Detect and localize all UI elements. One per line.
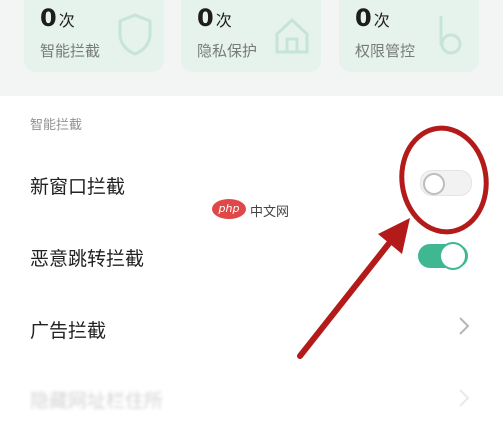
- new-window-block-toggle[interactable]: [420, 170, 472, 196]
- watermark-text: 中文网: [250, 205, 290, 220]
- stat-value: 0次: [355, 4, 390, 32]
- stat-number: 0: [355, 4, 372, 32]
- stat-unit: 次: [215, 11, 232, 30]
- stat-card-privacy[interactable]: 0次 隐私保护: [181, 0, 321, 72]
- shield-icon: [118, 13, 152, 56]
- watermark-logo: php: [212, 199, 246, 219]
- stat-value: 0次: [197, 4, 232, 32]
- setting-label-blurred[interactable]: 隐藏网址栏住所: [30, 386, 163, 413]
- chevron-right-icon[interactable]: [458, 316, 470, 336]
- key-icon: [439, 16, 462, 55]
- watermark: php 中文网: [212, 199, 292, 220]
- setting-label-ad-block[interactable]: 广告拦截: [30, 316, 106, 343]
- stat-label: 权限管控: [355, 42, 416, 60]
- section-title: 智能拦截: [30, 118, 83, 133]
- stat-label: 智能拦截: [40, 42, 101, 60]
- stat-number: 0: [197, 4, 214, 32]
- house-icon: [275, 17, 309, 54]
- stat-number: 0: [40, 4, 57, 32]
- setting-label-new-window: 新窗口拦截: [30, 176, 126, 198]
- stat-label: 隐私保护: [197, 42, 258, 60]
- stat-value: 0次: [40, 4, 75, 32]
- stat-card-permission[interactable]: 0次 权限管控: [339, 0, 479, 72]
- redirect-block-toggle[interactable]: [418, 242, 468, 270]
- toggle-knob: [423, 173, 445, 195]
- stat-unit: 次: [373, 11, 390, 30]
- setting-label-redirect: 恶意跳转拦截: [30, 248, 145, 270]
- chevron-right-icon[interactable]: [458, 388, 470, 408]
- stat-card-smart-block[interactable]: 0次 智能拦截: [24, 0, 164, 72]
- toggle-knob: [439, 242, 467, 270]
- stat-unit: 次: [58, 11, 75, 30]
